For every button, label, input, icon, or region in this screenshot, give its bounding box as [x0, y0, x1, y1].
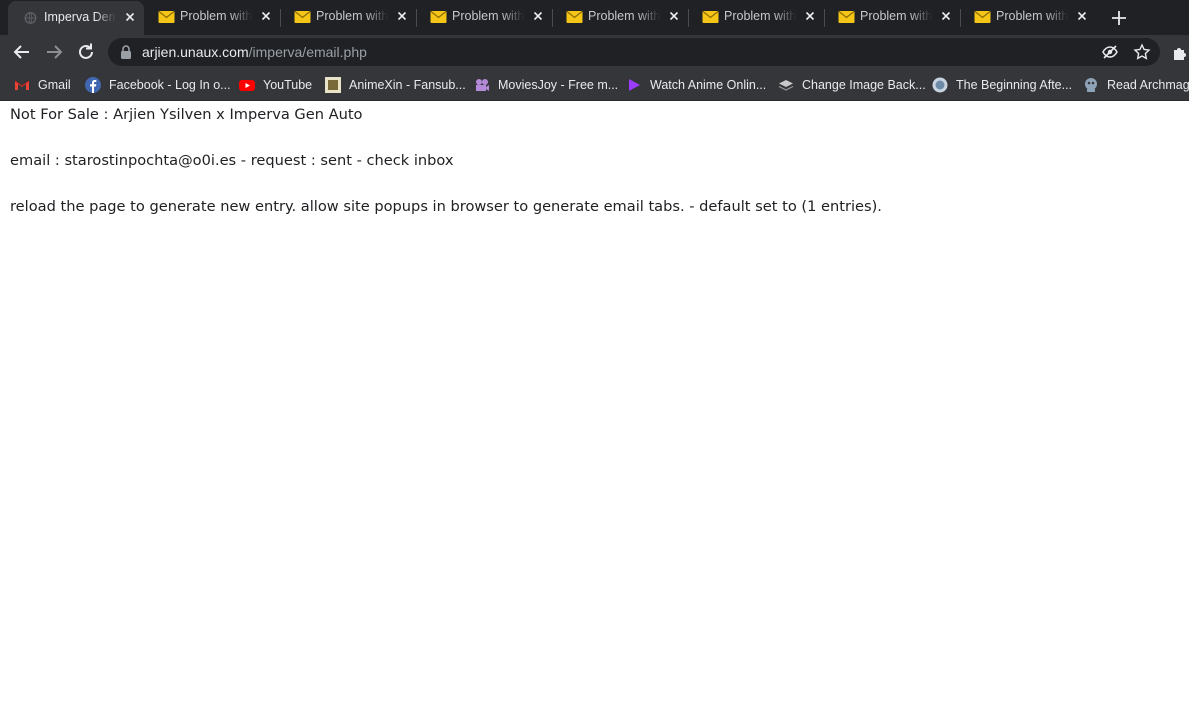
facebook-icon — [85, 77, 101, 93]
mail-icon — [566, 11, 583, 23]
mail-icon — [294, 11, 311, 23]
close-icon[interactable] — [938, 8, 954, 24]
tab-problem-with-7[interactable]: Problem with — [960, 0, 1096, 35]
close-icon[interactable] — [666, 8, 682, 24]
gmail-icon — [14, 80, 30, 90]
tab-title: Problem with — [860, 9, 932, 23]
bookmark-gmail[interactable]: Gmail — [14, 75, 71, 95]
close-icon[interactable] — [258, 8, 274, 24]
forward-arrow-icon[interactable] — [42, 40, 66, 64]
url-path: /imperva/email.php — [248, 44, 367, 60]
bookmark-label: Change Image Back... — [802, 78, 926, 92]
close-icon[interactable] — [1074, 8, 1090, 24]
globe-icon — [932, 77, 948, 93]
moviesjoy-icon — [476, 79, 489, 91]
close-icon[interactable] — [802, 8, 818, 24]
bookmark-label: MoviesJoy - Free m... — [498, 78, 619, 92]
play-icon — [629, 79, 640, 91]
url-host: arjien.unaux.com — [142, 44, 249, 60]
tab-problem-with-1[interactable]: Problem with — [144, 0, 281, 35]
bookmark-facebook[interactable]: Facebook - Log In o... — [85, 75, 231, 95]
bookmarks-bar: Gmail Facebook - Log In o... YouTube Ani… — [0, 69, 1189, 101]
mail-icon — [838, 11, 855, 23]
lock-icon[interactable] — [120, 45, 132, 59]
close-icon[interactable] — [394, 8, 410, 24]
mail-icon — [702, 11, 719, 23]
bookmark-animexin[interactable]: AnimeXin - Fansub... — [325, 75, 466, 95]
tab-title: Imperva Demo — [44, 10, 116, 24]
bookmark-label: Facebook - Log In o... — [109, 78, 231, 92]
tab-problem-with-3[interactable]: Problem with — [416, 0, 553, 35]
bookmark-label: Watch Anime Onlin... — [650, 78, 767, 92]
youtube-icon — [239, 80, 255, 91]
bookmark-label: Gmail — [38, 78, 71, 92]
animexin-icon — [325, 77, 341, 93]
close-icon[interactable] — [530, 8, 546, 24]
tab-problem-with-6[interactable]: Problem with — [824, 0, 961, 35]
globe-icon — [24, 12, 37, 24]
tab-problem-with-2[interactable]: Problem with — [280, 0, 417, 35]
close-icon[interactable] — [122, 9, 138, 25]
bookmark-beginning-after[interactable]: The Beginning Afte... — [932, 75, 1072, 95]
layers-icon — [778, 80, 794, 91]
extensions-puzzle-icon[interactable] — [1171, 43, 1189, 63]
mail-icon — [974, 11, 991, 23]
bookmark-label: Read Archmage — [1107, 78, 1189, 92]
bookmark-label: YouTube — [263, 78, 313, 92]
page-heading-text: Not For Sale : Arjien Ysilven x Imperva … — [10, 106, 363, 123]
archmage-icon — [1085, 78, 1097, 92]
email-status-text: email : starostinpochta@o0i.es - request… — [10, 152, 454, 169]
reload-icon[interactable] — [74, 40, 98, 64]
bookmark-label: AnimeXin - Fansub... — [349, 78, 466, 92]
bookmark-watch-anime[interactable]: Watch Anime Onlin... — [626, 75, 766, 95]
tab-title: Problem with — [724, 9, 796, 23]
tab-title: Problem with — [180, 9, 252, 23]
tab-title: Problem with — [452, 9, 524, 23]
eye-slash-icon[interactable] — [1101, 43, 1119, 61]
mail-icon — [158, 11, 175, 23]
url-text[interactable]: arjien.unaux.com/imperva/email.php — [142, 44, 367, 60]
star-bookmark-icon[interactable] — [1133, 43, 1151, 61]
browser-toolbar: arjien.unaux.com/imperva/email.php — [0, 35, 1189, 69]
tab-title: Problem with — [316, 9, 388, 23]
tab-title: Problem with — [996, 9, 1068, 23]
tab-problem-with-4[interactable]: Problem with — [552, 0, 689, 35]
back-arrow-icon[interactable] — [10, 40, 34, 64]
mail-icon — [430, 11, 447, 23]
tab-strip: Imperva Demo Problem with Problem with P… — [0, 0, 1189, 35]
tab-problem-with-5[interactable]: Problem with — [688, 0, 825, 35]
page-content: Not For Sale : Arjien Ysilven x Imperva … — [0, 102, 1189, 720]
new-tab-plus-icon[interactable] — [1108, 7, 1130, 29]
tab-imperva-demo[interactable]: Imperva Demo — [8, 1, 144, 35]
bookmark-read-archmage[interactable]: Read Archmage — [1083, 75, 1189, 95]
bookmark-change-image[interactable]: Change Image Back... — [778, 75, 926, 95]
instructions-text: reload the page to generate new entry. a… — [10, 198, 882, 215]
tab-title: Problem with — [588, 9, 660, 23]
bookmark-moviesjoy[interactable]: MoviesJoy - Free m... — [474, 75, 618, 95]
bookmark-label: The Beginning Afte... — [956, 78, 1073, 92]
bookmark-youtube[interactable]: YouTube — [239, 75, 312, 95]
address-bar[interactable]: arjien.unaux.com/imperva/email.php — [108, 38, 1160, 66]
